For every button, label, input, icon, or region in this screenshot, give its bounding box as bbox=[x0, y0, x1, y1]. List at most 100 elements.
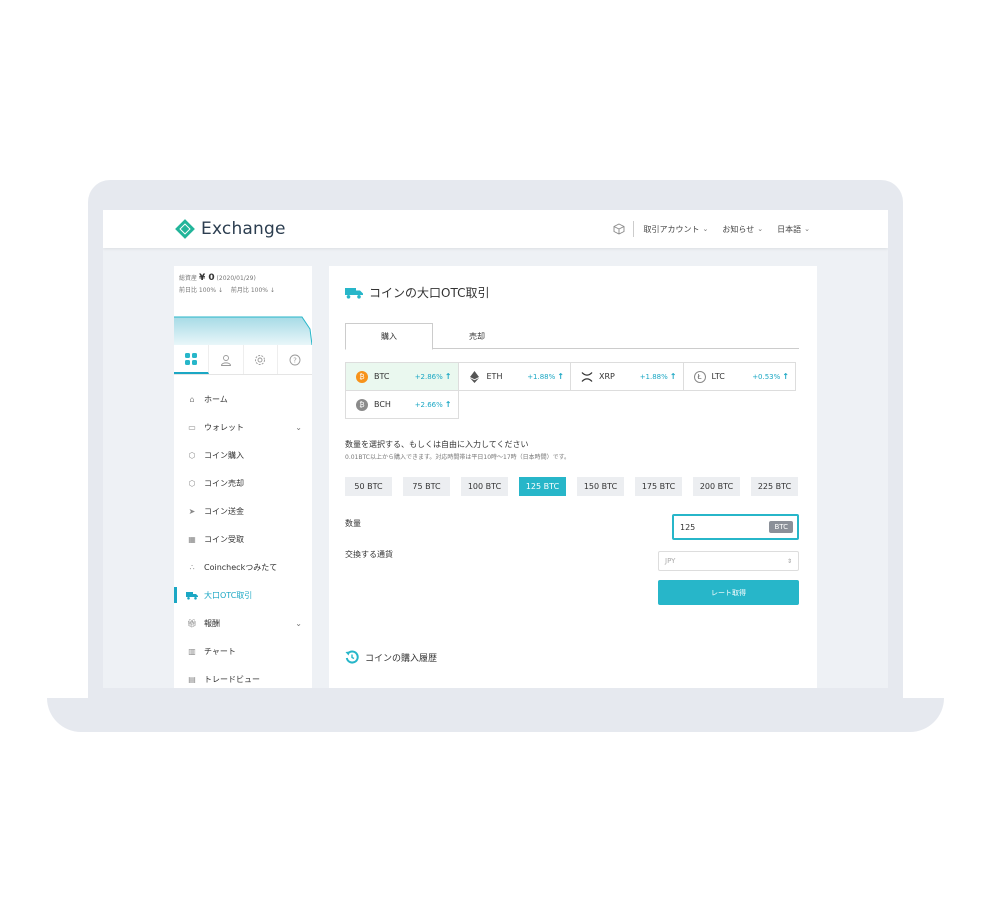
sidebar-item-label: コイン売却 bbox=[204, 478, 244, 488]
amount-button[interactable]: 50 BTC bbox=[345, 477, 392, 496]
sidebar-item-label: コイン購入 bbox=[204, 450, 244, 460]
currency-value: JPY bbox=[665, 557, 676, 565]
coin-name: XRP bbox=[599, 372, 615, 381]
coin-change: +1.88% bbox=[639, 372, 668, 381]
sidebar-item-receive-coin[interactable]: ▦ コイン受取 bbox=[174, 525, 312, 553]
currency-select[interactable]: JPY ⇕ bbox=[658, 551, 799, 571]
coin-option-eth[interactable]: ETH +1.88% ↑ bbox=[457, 362, 571, 391]
sidebar-menu: ⌂ ホーム ▭ ウォレット ⌄ ⬡ コイン購入 ⬡ コイン売却 ➤ コイン送金 ▦ コイン受取… bbox=[174, 375, 312, 688]
sidebar-item-label: ウォレット bbox=[204, 422, 244, 432]
coin-name: LTC bbox=[711, 372, 725, 381]
cube-icon[interactable] bbox=[613, 223, 625, 235]
qr-icon: ▦ bbox=[188, 534, 196, 544]
trade-tabs: 購入 売却 bbox=[345, 323, 799, 350]
sidebar-item-otc[interactable]: 大口OTC取引 bbox=[174, 581, 312, 609]
tab-user[interactable] bbox=[209, 345, 244, 374]
amount-button[interactable]: 200 BTC bbox=[693, 477, 740, 496]
page-title-text: コインの大口OTC取引 bbox=[369, 286, 490, 300]
asset-date: (2020/01/29) bbox=[216, 275, 256, 282]
quantity-unit-badge: BTC bbox=[769, 521, 793, 533]
menu-trading-account-label: 取引アカウント bbox=[643, 224, 700, 234]
sidebar-item-sell-coin[interactable]: ⬡ コイン売却 bbox=[174, 469, 312, 497]
sidebar-item-label: ホーム bbox=[204, 394, 228, 404]
sidebar-item-chart[interactable]: ▥ チャート bbox=[174, 637, 312, 665]
sidebar-item-tradeview[interactable]: ▤ トレードビュー bbox=[174, 665, 312, 688]
tsumitate-icon: ∴ bbox=[189, 562, 195, 572]
quantity-value: 125 bbox=[680, 522, 696, 532]
amount-button-selected[interactable]: 125 BTC bbox=[519, 477, 566, 496]
laptop-base bbox=[47, 698, 944, 732]
logo[interactable]: Exchange bbox=[175, 219, 286, 239]
coin-option-xrp[interactable]: XRP +1.88% ↑ bbox=[570, 362, 684, 391]
history-icon bbox=[345, 650, 359, 664]
sidebar-item-rewards[interactable]: 🎁︎ 報酬 ⌄ bbox=[174, 609, 312, 637]
sidebar-item-label: コイン送金 bbox=[204, 506, 244, 516]
chevron-down-icon: ⌄ bbox=[295, 422, 302, 432]
arrow-up-icon: ↑ bbox=[444, 372, 452, 381]
header-nav: 取引アカウント ⌄ お知らせ ⌄ 日本語 ⌄ bbox=[613, 221, 810, 237]
amount-presets: 50 BTC 75 BTC 100 BTC 125 BTC 150 BTC 17… bbox=[345, 477, 809, 496]
coin-option-ltc[interactable]: Ł LTC +0.53% ↑ bbox=[682, 362, 796, 391]
amount-button[interactable]: 150 BTC bbox=[577, 477, 624, 496]
tab-sell[interactable]: 売却 bbox=[433, 323, 521, 349]
coin-change: +2.86% bbox=[414, 372, 443, 381]
coin-selector: ₿ BTC +2.86% ↑ ETH +1.88% ↑ XRP +1.88% ↑ bbox=[345, 362, 799, 419]
send-icon: ➤ bbox=[188, 506, 196, 516]
menu-notifications[interactable]: お知らせ ⌄ bbox=[722, 224, 763, 235]
sidebar-item-buy-coin[interactable]: ⬡ コイン購入 bbox=[174, 441, 312, 469]
wallet-icon: ▭ bbox=[188, 422, 196, 432]
eth-icon bbox=[469, 370, 481, 383]
app-header: Exchange 取引アカウント ⌄ お知らせ ⌄ 日本語 ⌄ bbox=[103, 210, 888, 248]
amount-button[interactable]: 175 BTC bbox=[635, 477, 682, 496]
screen: Exchange 取引アカウント ⌄ お知らせ ⌄ 日本語 ⌄ 総資産 ¥ 0 (20… bbox=[103, 210, 888, 688]
menu-language[interactable]: 日本語 ⌄ bbox=[777, 224, 810, 235]
asset-chart bbox=[174, 307, 313, 346]
coin-option-bch[interactable]: ₿ BCH +2.66% ↑ bbox=[345, 390, 459, 419]
quantity-input[interactable]: 125 BTC bbox=[672, 514, 799, 540]
arrow-up-icon: ↑ bbox=[557, 372, 564, 381]
purchase-history-title: コインの購入履歴 bbox=[345, 650, 437, 664]
amount-button[interactable]: 75 BTC bbox=[403, 477, 450, 496]
quantity-heading: 数量を選択する、もしくは自由に入力してください bbox=[345, 440, 529, 449]
chevron-down-icon: ⌄ bbox=[295, 618, 302, 628]
currency-label: 交換する通貨 bbox=[345, 550, 393, 559]
sidebar-item-home[interactable]: ⌂ ホーム bbox=[174, 385, 312, 413]
coin-name: BCH bbox=[374, 400, 391, 409]
tab-buy[interactable]: 購入 bbox=[345, 323, 433, 350]
cube-icon: ⬡ bbox=[188, 450, 196, 460]
cube-icon: ⬡ bbox=[188, 478, 196, 488]
select-arrows-icon: ⇕ bbox=[786, 557, 792, 565]
tab-sell-label: 売却 bbox=[469, 331, 485, 341]
bch-icon: ₿ bbox=[356, 398, 368, 411]
truck-icon bbox=[186, 589, 198, 601]
logo-icon bbox=[175, 219, 195, 239]
tab-help[interactable]: ? bbox=[278, 345, 312, 374]
quantity-label: 数量 bbox=[345, 519, 361, 528]
sidebar-item-label: Coincheckつみたて bbox=[204, 562, 278, 572]
menu-trading-account[interactable]: 取引アカウント ⌄ bbox=[644, 224, 709, 235]
amount-button[interactable]: 100 BTC bbox=[461, 477, 508, 496]
home-icon: ⌂ bbox=[189, 394, 195, 404]
header-divider bbox=[632, 221, 634, 237]
main-panel: コインの大口OTC取引 購入 売却 ₿ BTC +2.86% ↑ ETH +1.… bbox=[329, 266, 817, 688]
month-ratio: 前月比 100% ↓ bbox=[230, 287, 275, 294]
sidebar-item-label: コイン受取 bbox=[204, 534, 244, 544]
menu-notifications-label: お知らせ bbox=[722, 224, 755, 234]
tab-buy-label: 購入 bbox=[381, 332, 397, 341]
tab-dashboard[interactable] bbox=[174, 345, 209, 374]
gift-icon: 🎁︎ bbox=[186, 618, 198, 628]
sidebar-item-tsumitate[interactable]: ∴ Coincheckつみたて bbox=[174, 553, 312, 581]
arrow-up-icon: ↑ bbox=[669, 372, 677, 381]
coin-option-btc[interactable]: ₿ BTC +2.86% ↑ bbox=[345, 362, 459, 391]
tab-settings[interactable] bbox=[244, 345, 279, 374]
chevron-down-icon: ⌄ bbox=[702, 225, 709, 233]
day-ratio: 前日比 100% ↓ bbox=[179, 287, 223, 294]
xrp-icon bbox=[581, 371, 593, 383]
amount-button[interactable]: 225 BTC bbox=[751, 477, 798, 496]
coin-change: +1.88% bbox=[527, 372, 556, 381]
sidebar-item-wallet[interactable]: ▭ ウォレット ⌄ bbox=[174, 413, 312, 441]
get-rate-button[interactable]: レート取得 bbox=[658, 580, 799, 605]
sidebar-item-send-coin[interactable]: ➤ コイン送金 bbox=[174, 497, 312, 525]
coin-change: +0.53% bbox=[752, 372, 781, 381]
arrow-up-icon: ↑ bbox=[782, 372, 789, 381]
